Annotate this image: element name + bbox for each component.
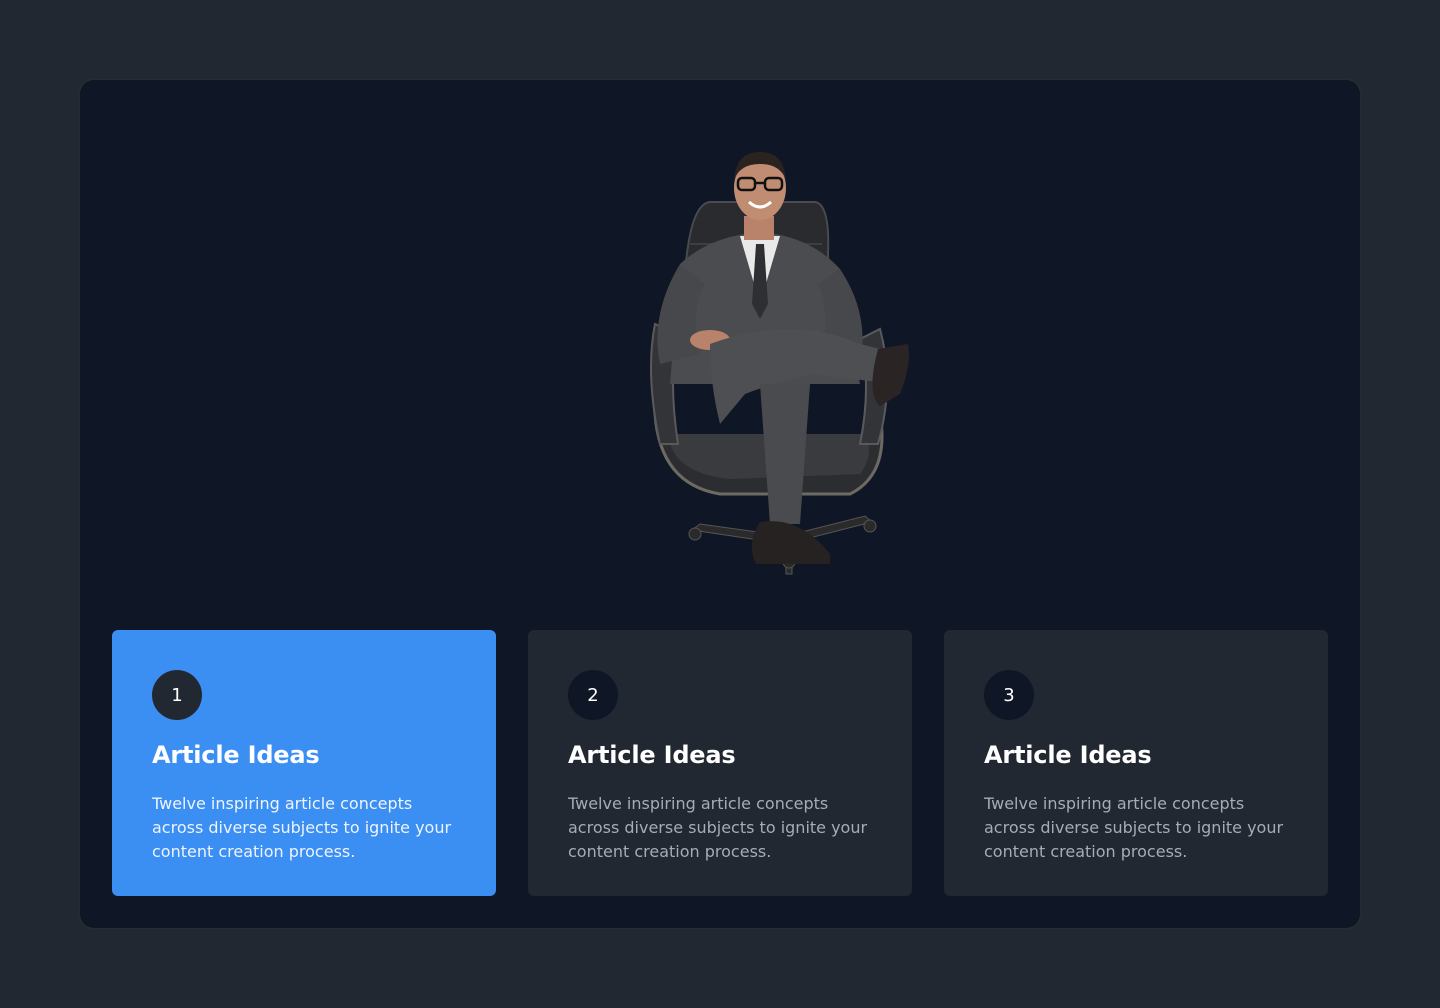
card-description: Twelve inspiring article concepts across…: [984, 794, 1284, 861]
card-title: Article Ideas: [984, 741, 1152, 769]
card-description: Twelve inspiring article concepts across…: [152, 794, 452, 861]
card-title: Article Ideas: [568, 741, 736, 769]
step-number-badge: 1: [152, 670, 202, 720]
feature-cards: 1 Article Ideas Twelve inspiring article…: [112, 630, 1328, 896]
feature-panel: 1 Article Ideas Twelve inspiring article…: [80, 80, 1360, 928]
card-description: Twelve inspiring article concepts across…: [568, 794, 868, 861]
step-number-badge: 2: [568, 670, 618, 720]
step-number-badge: 3: [984, 670, 1034, 720]
card-title: Article Ideas: [152, 741, 320, 769]
feature-card-1[interactable]: 1 Article Ideas Twelve inspiring article…: [112, 630, 496, 896]
feature-card-2[interactable]: 2 Article Ideas Twelve inspiring article…: [528, 630, 912, 896]
feature-card-3[interactable]: 3 Article Ideas Twelve inspiring article…: [944, 630, 1328, 896]
hero-image: [560, 144, 920, 584]
